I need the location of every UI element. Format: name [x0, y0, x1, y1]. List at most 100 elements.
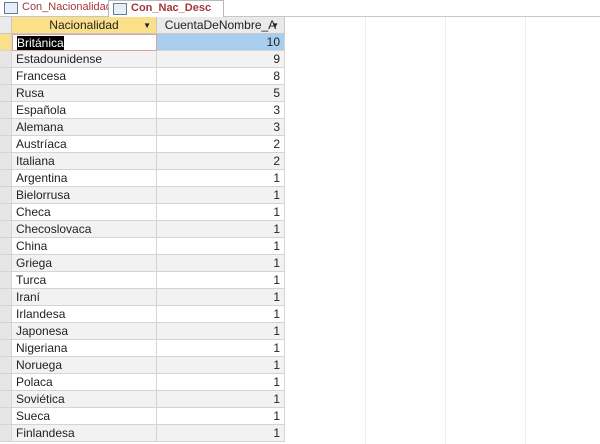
table-row[interactable]: Estadounidense 9 — [0, 51, 600, 68]
cell-nacionalidad[interactable]: China — [12, 238, 157, 255]
tab-con-nac-desc[interactable]: Con_Nac_Desc — [108, 0, 224, 18]
table-row[interactable]: Finlandesa 1 — [0, 425, 600, 442]
table-row[interactable]: Checoslovaca 1 — [0, 221, 600, 238]
table-row[interactable]: Argentina 1 — [0, 170, 600, 187]
column-header-cuenta[interactable]: CuentaDeNombre_A ▼ — [157, 17, 285, 34]
cell-cuenta[interactable]: 1 — [157, 408, 285, 425]
cell-cuenta[interactable]: 1 — [157, 374, 285, 391]
cell-cuenta[interactable]: 5 — [157, 85, 285, 102]
row-selector[interactable] — [0, 238, 12, 255]
table-row[interactable]: Checa 1 — [0, 204, 600, 221]
cell-nacionalidad[interactable]: Española — [12, 102, 157, 119]
cell-nacionalidad[interactable]: Checoslovaca — [12, 221, 157, 238]
cell-cuenta[interactable]: 1 — [157, 204, 285, 221]
table-row[interactable]: Turca 1 — [0, 272, 600, 289]
row-selector[interactable] — [0, 204, 12, 221]
table-row[interactable]: Austríaca 2 — [0, 136, 600, 153]
row-selector[interactable] — [0, 51, 12, 68]
cell-nacionalidad[interactable]: Rusa — [12, 85, 157, 102]
row-selector[interactable] — [0, 170, 12, 187]
row-selector[interactable] — [0, 408, 12, 425]
cell-nacionalidad[interactable]: Francesa — [12, 68, 157, 85]
table-row[interactable]: Rusa 5 — [0, 85, 600, 102]
table-row[interactable]: Polaca 1 — [0, 374, 600, 391]
table-row[interactable]: Española 3 — [0, 102, 600, 119]
table-row[interactable]: Noruega 1 — [0, 357, 600, 374]
table-row[interactable]: Iraní 1 — [0, 289, 600, 306]
row-selector[interactable] — [0, 340, 12, 357]
cell-nacionalidad[interactable]: Japonesa — [12, 323, 157, 340]
cell-cuenta[interactable]: 1 — [157, 255, 285, 272]
table-row[interactable]: Griega 1 — [0, 255, 600, 272]
row-selector[interactable] — [0, 255, 12, 272]
cell-cuenta[interactable]: 1 — [157, 170, 285, 187]
table-row[interactable]: Francesa 8 — [0, 68, 600, 85]
table-row[interactable]: Bielorrusa 1 — [0, 187, 600, 204]
row-selector[interactable] — [0, 85, 12, 102]
row-selector[interactable] — [0, 272, 12, 289]
cell-nacionalidad[interactable]: Griega — [12, 255, 157, 272]
row-selector[interactable] — [0, 187, 12, 204]
table-row[interactable]: Nigeriana 1 — [0, 340, 600, 357]
row-selector[interactable] — [0, 221, 12, 238]
table-row[interactable]: Italiana 2 — [0, 153, 600, 170]
cell-nacionalidad[interactable]: Noruega — [12, 357, 157, 374]
cell-cuenta[interactable]: 10 — [157, 34, 285, 51]
row-selector[interactable] — [0, 306, 12, 323]
cell-cuenta[interactable]: 8 — [157, 68, 285, 85]
row-selector[interactable] — [0, 68, 12, 85]
cell-cuenta[interactable]: 1 — [157, 306, 285, 323]
dropdown-arrow-icon[interactable]: ▼ — [271, 17, 279, 34]
table-row[interactable]: Británica 10 — [0, 34, 600, 51]
row-selector[interactable] — [0, 391, 12, 408]
row-selector[interactable] — [0, 425, 12, 442]
cell-cuenta[interactable]: 1 — [157, 340, 285, 357]
cell-cuenta[interactable]: 1 — [157, 272, 285, 289]
table-row[interactable]: Japonesa 1 — [0, 323, 600, 340]
cell-nacionalidad[interactable]: Italiana — [12, 153, 157, 170]
cell-cuenta[interactable]: 3 — [157, 119, 285, 136]
table-row[interactable]: Alemana 3 — [0, 119, 600, 136]
cell-cuenta[interactable]: 9 — [157, 51, 285, 68]
cell-nacionalidad[interactable]: Austríaca — [12, 136, 157, 153]
cell-nacionalidad[interactable]: Argentina — [12, 170, 157, 187]
row-selector[interactable] — [0, 136, 12, 153]
row-selector[interactable] — [0, 289, 12, 306]
table-row[interactable]: Irlandesa 1 — [0, 306, 600, 323]
cell-cuenta[interactable]: 3 — [157, 102, 285, 119]
cell-nacionalidad[interactable]: Británica — [12, 34, 157, 51]
cell-nacionalidad[interactable]: Polaca — [12, 374, 157, 391]
table-row[interactable]: China 1 — [0, 238, 600, 255]
select-all-button[interactable] — [0, 17, 12, 34]
row-selector[interactable] — [0, 374, 12, 391]
column-header-nacionalidad[interactable]: Nacionalidad ▼ — [12, 17, 157, 34]
row-selector[interactable] — [0, 323, 12, 340]
cell-cuenta[interactable]: 2 — [157, 136, 285, 153]
cell-nacionalidad[interactable]: Sueca — [12, 408, 157, 425]
cell-cuenta[interactable]: 2 — [157, 153, 285, 170]
cell-cuenta[interactable]: 1 — [157, 357, 285, 374]
row-selector[interactable] — [0, 102, 12, 119]
cell-cuenta[interactable]: 1 — [157, 221, 285, 238]
table-row[interactable]: Sueca 1 — [0, 408, 600, 425]
cell-cuenta[interactable]: 1 — [157, 187, 285, 204]
cell-cuenta[interactable]: 1 — [157, 289, 285, 306]
cell-nacionalidad[interactable]: Nigeriana — [12, 340, 157, 357]
cell-cuenta[interactable]: 1 — [157, 323, 285, 340]
cell-cuenta[interactable]: 1 — [157, 425, 285, 442]
cell-nacionalidad[interactable]: Irlandesa — [12, 306, 157, 323]
row-selector[interactable] — [0, 153, 12, 170]
cell-nacionalidad[interactable]: Turca — [12, 272, 157, 289]
table-row[interactable]: Soviética 1 — [0, 391, 600, 408]
cell-nacionalidad[interactable]: Bielorrusa — [12, 187, 157, 204]
cell-nacionalidad[interactable]: Alemana — [12, 119, 157, 136]
cell-nacionalidad[interactable]: Checa — [12, 204, 157, 221]
cell-cuenta[interactable]: 1 — [157, 238, 285, 255]
cell-cuenta[interactable]: 1 — [157, 391, 285, 408]
cell-nacionalidad[interactable]: Finlandesa — [12, 425, 157, 442]
cell-nacionalidad[interactable]: Iraní — [12, 289, 157, 306]
cell-nacionalidad[interactable]: Estadounidense — [12, 51, 157, 68]
dropdown-arrow-icon[interactable]: ▼ — [143, 17, 151, 34]
row-selector[interactable] — [0, 119, 12, 136]
cell-nacionalidad[interactable]: Soviética — [12, 391, 157, 408]
